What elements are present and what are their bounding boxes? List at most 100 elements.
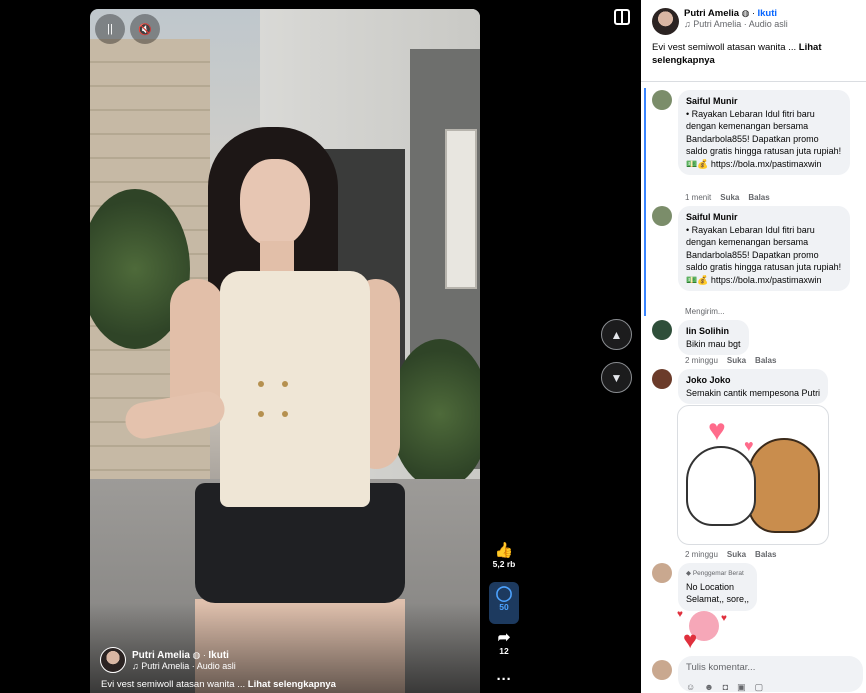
avatar[interactable]: [652, 320, 672, 340]
globe-icon: ◍: [192, 649, 201, 660]
comment-text: • Rayakan Lebaran Idul fitri baru dengan…: [686, 224, 842, 285]
video-author-block: Putri Amelia ◍ · Ikuti ♫ Putri Amelia · …: [100, 647, 236, 673]
heart-icon: ♥: [744, 438, 754, 455]
more-options[interactable]: ···: [486, 672, 522, 688]
comment-like-link[interactable]: Suka: [727, 356, 746, 365]
avatar[interactable]: [652, 8, 679, 35]
comment-author[interactable]: Saiful Munir: [686, 95, 842, 108]
vest-button: [258, 411, 264, 417]
thumbs-up-icon: 👍: [494, 542, 514, 559]
share-count: 12: [499, 646, 509, 656]
avatar[interactable]: [652, 206, 672, 226]
divider: [641, 81, 866, 82]
comment-item: Iin Solihin Bikin mau bgt: [652, 320, 862, 355]
comment-author[interactable]: Iin Solihin: [686, 325, 741, 338]
comment-time: 2 minggu: [685, 356, 718, 365]
share-action[interactable]: ➦ 12: [486, 629, 522, 657]
composer-tools: ☺ ☻ ◘ ▣ ▢: [686, 682, 855, 693]
comment-text: • Rayakan Lebaran Idul fitri baru dengan…: [686, 108, 842, 169]
heart-icon: ♥: [708, 414, 726, 447]
like-action[interactable]: 👍 5,2 rb: [486, 542, 522, 570]
video-author-name[interactable]: Putri Amelia: [132, 650, 190, 661]
comment-reply-link[interactable]: Balas: [748, 193, 769, 202]
comment-author[interactable]: Joko Joko: [686, 374, 820, 387]
next-video-button[interactable]: ▼: [601, 362, 632, 393]
video-see-more-link[interactable]: Lihat selengkapnya: [248, 679, 336, 690]
comment-like-link[interactable]: Suka: [727, 550, 746, 559]
avatar[interactable]: [652, 563, 672, 583]
comment-time: 1 menit: [685, 193, 712, 202]
sticker-icon[interactable]: ☺: [686, 682, 695, 693]
comment-time: 2 minggu: [685, 550, 718, 559]
person-face: [240, 159, 310, 247]
post-caption: Evi vest semiwoll atasan wanita ... Liha…: [652, 41, 857, 67]
comment-reply-link[interactable]: Balas: [755, 550, 776, 559]
sticker-pack-icon[interactable]: ▢: [755, 682, 764, 693]
diamond-icon: ◆: [686, 570, 691, 577]
comment-button[interactable]: ◯ 50: [489, 582, 519, 624]
video-caption: Evi vest semiwoll atasan wanita ... Liha…: [101, 679, 336, 690]
video-follow-link[interactable]: Ikuti: [208, 650, 229, 661]
comment-item: ◆ Penggemar Berat No Location Selamat,, …: [652, 563, 862, 611]
comment-composer: Tulis komentar... ☺ ☻ ◘ ▣ ▢ ➤: [652, 656, 866, 692]
like-count: 5,2 rb: [492, 559, 516, 569]
previous-video-button[interactable]: ▲: [601, 319, 632, 350]
comment-bubble-icon: ◯: [495, 585, 513, 602]
avatar[interactable]: [652, 90, 672, 110]
share-arrow-icon: ➦: [497, 629, 511, 646]
white-bear: [686, 446, 756, 526]
vest-button: [282, 411, 288, 417]
post-audio-link[interactable]: Putri Amelia · Audio asli: [693, 19, 788, 29]
comment-input[interactable]: Tulis komentar... ☺ ☻ ◘ ▣ ▢: [678, 656, 863, 692]
music-note-icon: ♫: [684, 19, 691, 29]
comment-author[interactable]: Saiful Munir: [686, 211, 842, 224]
bear-hug-sticker: ♥ ♥: [677, 405, 829, 545]
fan-badge-label: Penggemar Berat: [692, 570, 744, 577]
thread-indicator: [644, 88, 646, 316]
globe-icon: ◍: [741, 8, 750, 18]
pause-icon[interactable]: ||: [95, 14, 125, 44]
video-caption-text: Evi vest semiwoll atasan wanita ...: [101, 679, 246, 690]
comment-actions: Mengirim...: [685, 307, 725, 316]
heart-icon: ♥: [721, 613, 727, 624]
sidebar-toggle-icon[interactable]: [614, 9, 630, 25]
post-follow-link[interactable]: Ikuti: [758, 8, 778, 19]
comment-bubble: Iin Solihin Bikin mau bgt: [678, 320, 749, 355]
chevron-up-icon: ▲: [610, 327, 623, 342]
avatar[interactable]: [652, 369, 672, 389]
post-author-name[interactable]: Putri Amelia: [684, 8, 739, 19]
comment-author[interactable]: No Location: [686, 581, 749, 594]
camera-icon[interactable]: ◘: [723, 682, 728, 693]
comment-text: Bikin mau bgt: [686, 338, 741, 349]
music-note-icon: ♫: [132, 660, 139, 671]
post-caption-text: Evi vest semiwoll atasan wanita ...: [652, 42, 797, 53]
comment-like-link[interactable]: Suka: [720, 193, 739, 202]
avatar[interactable]: [100, 647, 126, 673]
comment-reply-link[interactable]: Balas: [755, 356, 776, 365]
reel-video[interactable]: || 🔇 Putri Amelia ◍ · Ikuti ♫ Putri Amel…: [90, 9, 480, 693]
comment-text: Selamat,, sore,,: [686, 594, 750, 604]
comment-input-placeholder: Tulis komentar...: [686, 662, 756, 673]
avatar: [652, 660, 672, 680]
comment-count: 50: [499, 602, 509, 612]
comment-actions: 2 minggu Suka Balas: [685, 356, 776, 365]
comments-panel: Putri Amelia ◍ · Ikuti ♫ Putri Amelia · …: [641, 0, 866, 693]
video-audio-link[interactable]: Putri Amelia · Audio asli: [141, 661, 236, 671]
emoji-icon[interactable]: ☻: [704, 682, 713, 693]
comment-bubble: Joko Joko Semakin cantik mempesona Putri: [678, 369, 829, 404]
mute-icon[interactable]: 🔇: [130, 14, 160, 44]
heart-icon: ♥: [683, 627, 698, 654]
vest-button: [258, 381, 264, 387]
gif-icon[interactable]: ▣: [737, 682, 746, 693]
comment-item: Saiful Munir • Rayakan Lebaran Idul fitr…: [652, 90, 862, 175]
comment-item: Joko Joko Semakin cantik mempesona Putri: [652, 369, 862, 404]
more-dots-icon: ···: [496, 671, 512, 688]
background-panel: [445, 129, 477, 289]
comment-bubble: Saiful Munir • Rayakan Lebaran Idul fitr…: [678, 90, 850, 175]
comment-bubble: ◆ Penggemar Berat No Location Selamat,, …: [678, 563, 758, 611]
chevron-down-icon: ▼: [610, 370, 623, 385]
comment-action[interactable]: ◯ 50: [486, 582, 522, 624]
comment-actions: 1 menit Suka Balas: [685, 193, 770, 202]
love-sticker: ♥ ♥ ♥: [677, 607, 733, 654]
comment-bubble: Saiful Munir • Rayakan Lebaran Idul fitr…: [678, 206, 850, 291]
